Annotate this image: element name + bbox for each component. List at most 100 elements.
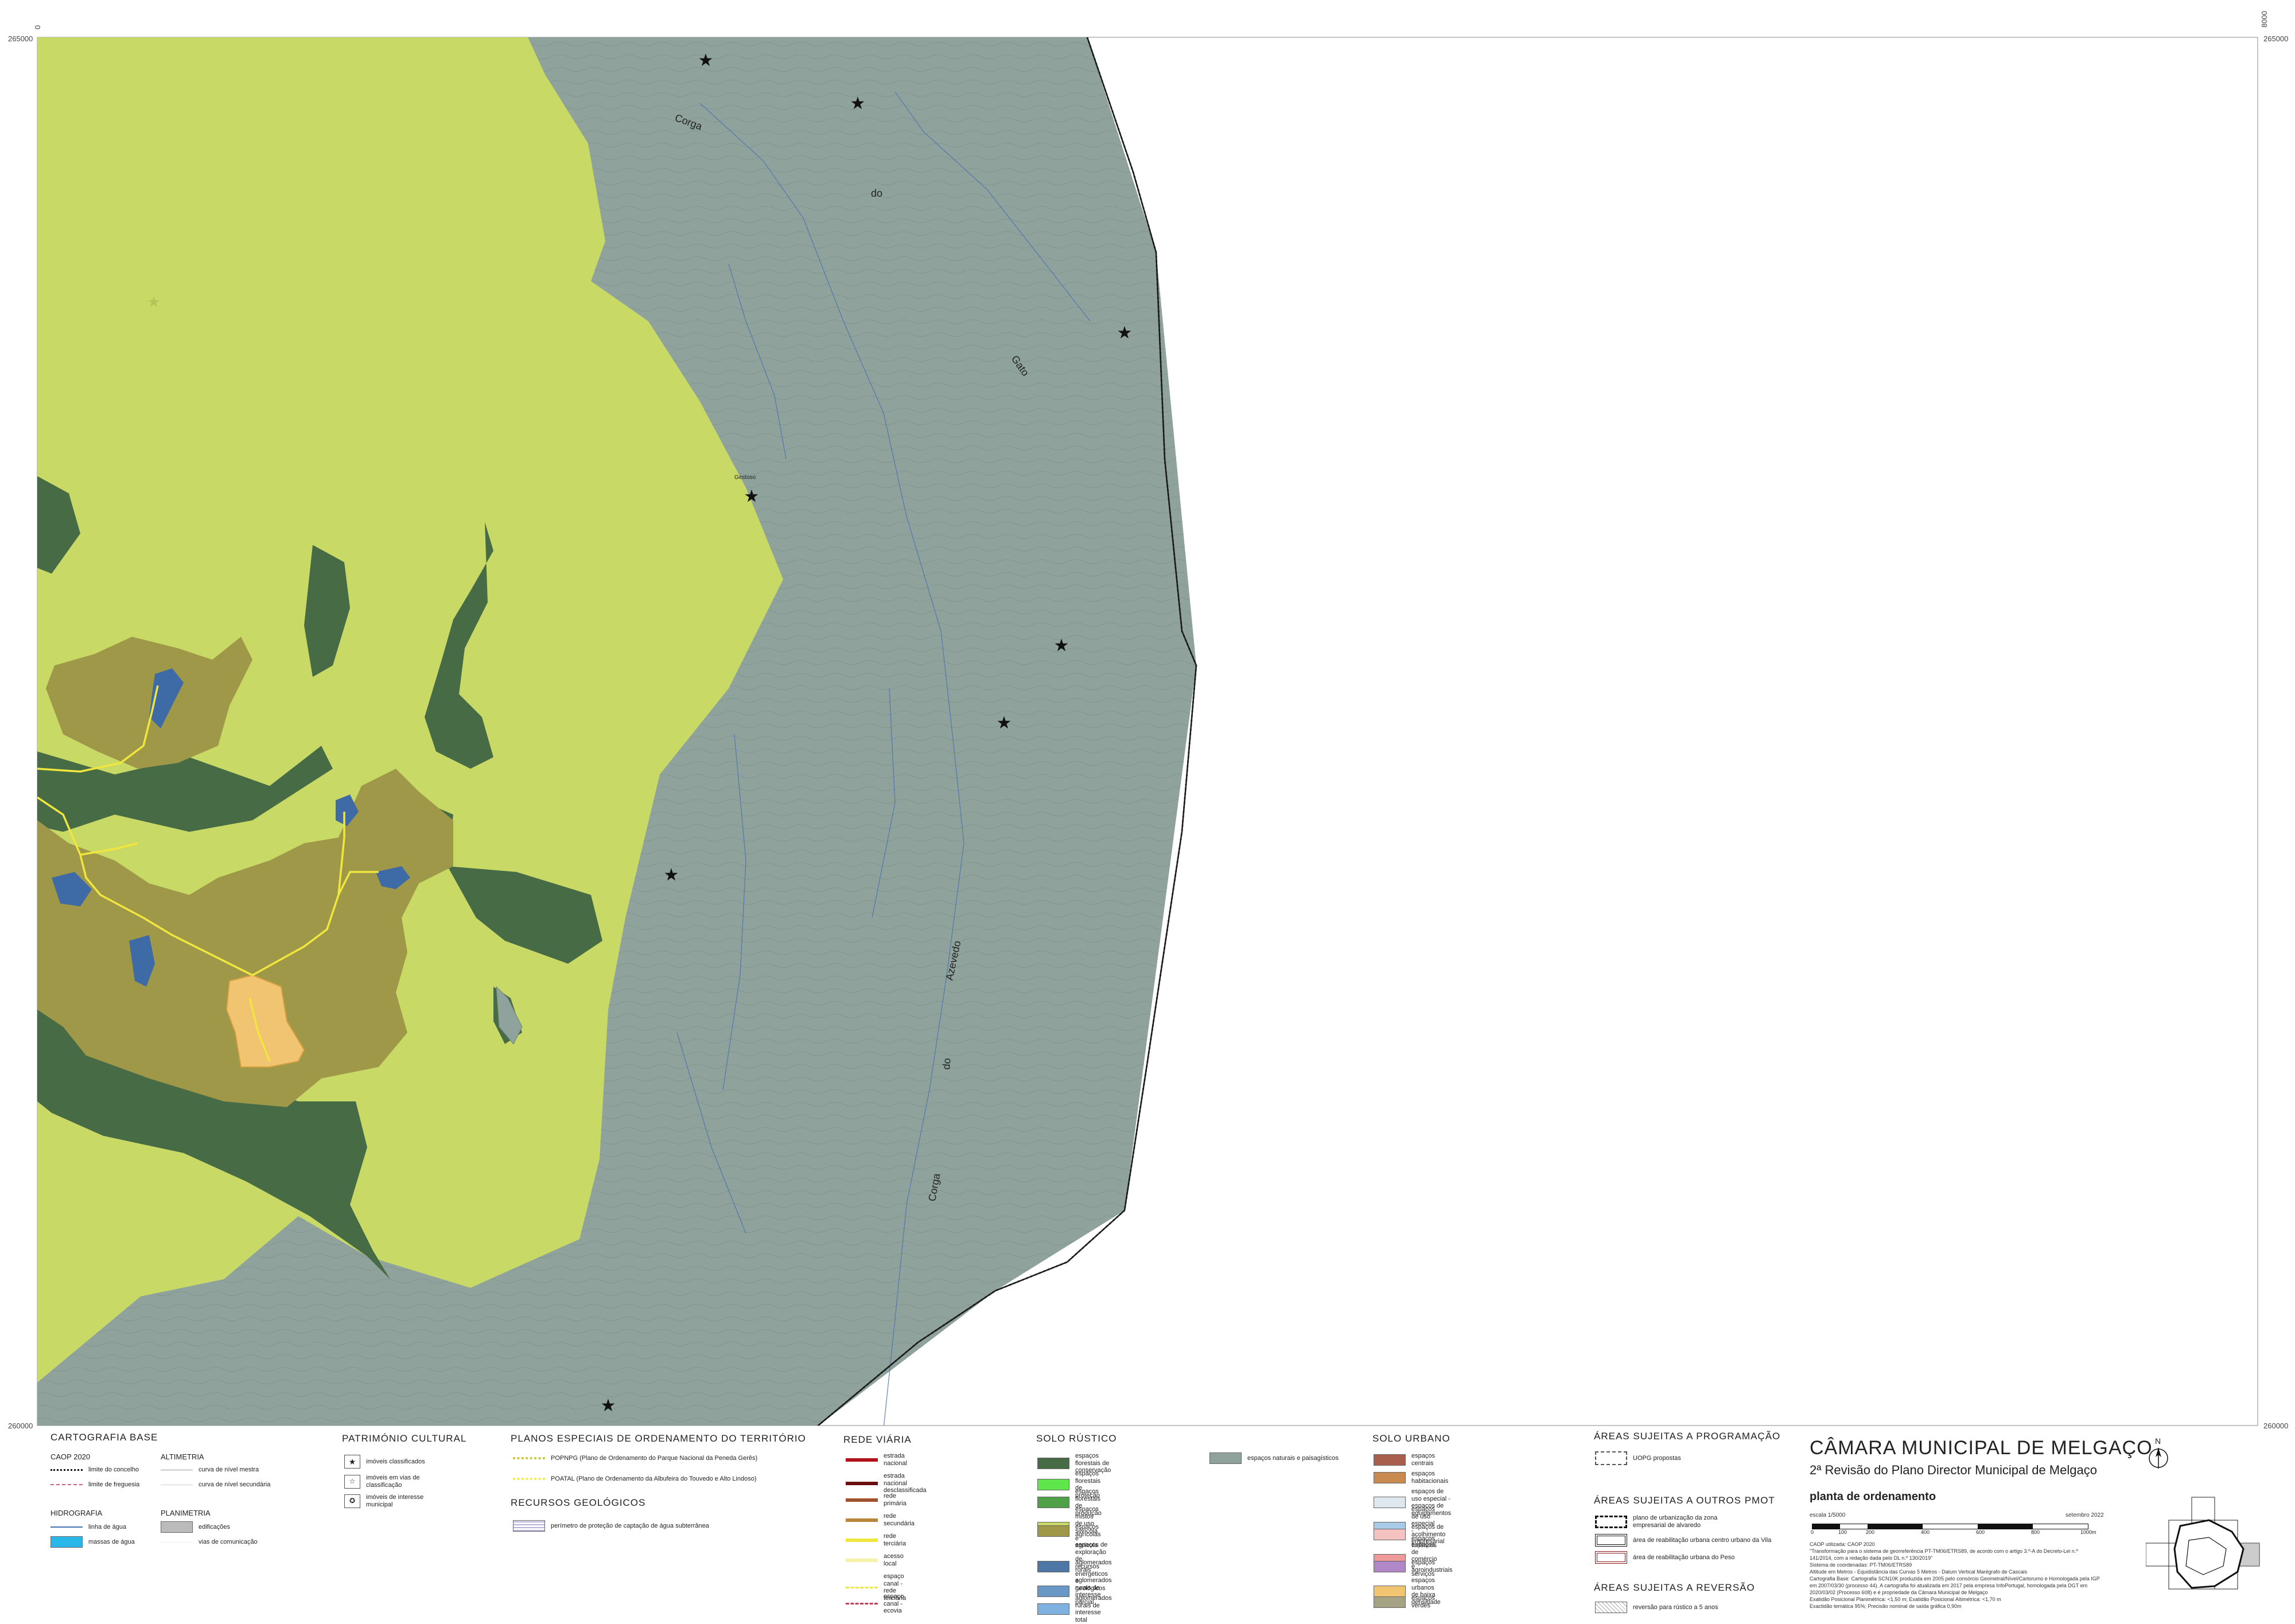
road-line-symbol <box>846 1498 878 1502</box>
svg-text:★: ★ <box>601 1396 616 1415</box>
road-line-symbol <box>846 1458 878 1462</box>
legend-caop: CAOP 2020 <box>50 1452 91 1461</box>
note-line: Exactidão temática 95%; Precisão nominal… <box>1810 1603 1962 1609</box>
road-line-symbol <box>846 1586 878 1588</box>
legend-entry-label: espaços habitacionais <box>1411 1470 1449 1485</box>
legend-entry: rede secundária <box>846 1513 915 1527</box>
road-line-symbol <box>846 1538 878 1542</box>
legend-reversao-title: ÁREAS SUJEITAS A REVERSÃO <box>1594 1582 1755 1593</box>
svg-text:★: ★ <box>744 487 760 506</box>
legend-entry-label: acesso local <box>884 1553 904 1567</box>
legend-poatal: POATAL (Plano de Ordenamento da Albufeir… <box>513 1475 757 1483</box>
legend-rede-viaria-title: REDE VIÁRIA <box>843 1434 912 1445</box>
star-outline-icon: ☆ <box>344 1474 360 1489</box>
legend-entry: aglomerados rurais <box>1037 1559 1112 1574</box>
color-swatch <box>1037 1560 1069 1572</box>
legend-entry-label: rede secundária <box>884 1513 915 1527</box>
plan-revision: 2ª Revisão do Plano Director Municipal d… <box>1810 1463 2097 1477</box>
linha-agua-symbol <box>50 1526 83 1528</box>
legend-entry: espaços centrais <box>1374 1452 1435 1467</box>
legend-entry: rede primária <box>846 1493 907 1507</box>
legend-planimetria: PLANIMETRIA <box>161 1509 211 1517</box>
label-do-top: do <box>871 188 882 199</box>
north-arrow: N <box>2147 1436 2170 1482</box>
vias-symbol <box>161 1541 193 1543</box>
note-line: em 2007/03/30 (processo 44). A cartograf… <box>1810 1583 2088 1588</box>
legend-entry-label: espaços verdes <box>1411 1595 1435 1609</box>
color-swatch <box>1037 1525 1069 1537</box>
scale-tick-label: 200 <box>1866 1529 1875 1535</box>
svg-text:★: ★ <box>1054 636 1069 655</box>
scale-bar <box>1812 1524 2088 1529</box>
espacos-naturais-swatch <box>1209 1452 1242 1464</box>
locator-map <box>2146 1497 2260 1590</box>
color-swatch <box>1374 1596 1406 1608</box>
edificacoes-swatch <box>161 1521 193 1533</box>
legend-entry-label: espaços centrais <box>1411 1452 1435 1467</box>
legend-popnpg: POPNPG (Plano de Ordenamento do Parque N… <box>513 1455 757 1462</box>
legend-limite-freguesia: limite de freguesia <box>50 1481 139 1489</box>
legend-imoveis-em-vias: ☆ imóveis em vias de classificação <box>344 1474 435 1489</box>
legend-solo-rustico-title: SOLO RÚSTICO <box>1036 1433 1117 1444</box>
road-line-symbol <box>846 1481 878 1485</box>
svg-text:★: ★ <box>997 714 1012 733</box>
legend-entry: espaço canal - ecovia <box>846 1593 904 1615</box>
reab-peso-swatch <box>1595 1551 1627 1564</box>
plan-date: setembro 2022 <box>2066 1512 2104 1518</box>
star-circle-icon: ✪ <box>344 1494 360 1508</box>
color-swatch <box>1374 1560 1406 1572</box>
svg-text:★: ★ <box>698 51 714 70</box>
label-do-bottom: do <box>940 1058 953 1070</box>
limite-concelho-symbol <box>50 1469 83 1471</box>
reab-vila-swatch <box>1595 1534 1627 1547</box>
map-canvas: ★ ★ ★ ★ ★ ★ ★ ★ ★ Corga do Gato Gestoso … <box>37 37 2258 1426</box>
coord-corner-tl: 0 <box>33 25 42 30</box>
legend-entry: espaços verdes <box>1374 1595 1435 1609</box>
scale-tick-label: 0 <box>1811 1529 1814 1535</box>
municipality-title: CÂMARA MUNICIPAL DE MELGAÇO <box>1810 1437 2153 1459</box>
legend-entry-label: espaços agroindustriais <box>1411 1559 1453 1574</box>
svg-text:★: ★ <box>1117 324 1133 342</box>
legend-planos-title: PLANOS ESPECIAIS DE ORDENAMENTO DO TERRI… <box>511 1433 806 1444</box>
road-line-symbol <box>846 1518 878 1522</box>
legend-uopg: UOPG propostas <box>1595 1451 1681 1465</box>
legend-reab-vila: área de reabilitação urbana centro urban… <box>1595 1534 1771 1547</box>
note-line: 141/2014, com a redação dada pelo DL n.º… <box>1810 1555 1933 1561</box>
legend-reversao-item: reversão para rústico a 5 anos <box>1595 1602 1718 1613</box>
note-line: Altitude em Metros - Equidistância das C… <box>1810 1569 2028 1575</box>
poatal-symbol <box>513 1478 545 1481</box>
legend-entry-label: estrada nacional <box>884 1452 907 1467</box>
legend-curva-secundaria: curva de nível secundária <box>161 1481 270 1489</box>
legend-reab-peso: área de reabilitação urbana do Peso <box>1595 1551 1734 1564</box>
legend: CARTOGRAFIA BASE CAOP 2020 limite do con… <box>0 1428 2295 1623</box>
legend-altimetria: ALTIMETRIA <box>161 1452 204 1461</box>
color-swatch <box>1374 1528 1406 1540</box>
legend-entry: espaços agrícolas <box>1037 1524 1101 1538</box>
legend-curva-mestra: curva de nível mestra <box>161 1466 259 1474</box>
legend-entry-label: rede primária <box>884 1493 907 1507</box>
map-view[interactable]: ★ ★ ★ ★ ★ ★ ★ ★ ★ Corga do Gato Gestoso … <box>0 0 2295 1447</box>
plan-name: planta de ordenamento <box>1810 1490 1936 1503</box>
scale-tick-label: 800 <box>2031 1529 2040 1535</box>
legend-entry: estrada nacional desclassificada <box>846 1473 927 1494</box>
reversao-swatch <box>1595 1602 1627 1613</box>
road-line-symbol <box>846 1603 878 1605</box>
legend-vias: vias de comunicação <box>161 1539 258 1546</box>
coord-top-left: 265000 <box>8 34 33 43</box>
notes-block: CAOP utilizada: CAOP 2020 "Transformação … <box>1810 1541 2131 1610</box>
legend-programacao-title: ÁREAS SUJEITAS A PROGRAMAÇÃO <box>1594 1431 1781 1442</box>
legend-patrimonio-title: PATRIMÓNIO CULTURAL <box>342 1433 467 1444</box>
legend-linha-agua: linha de água <box>50 1524 126 1531</box>
coord-top-right: 265000 <box>2263 34 2289 43</box>
legend-solo-urbano-title: SOLO URBANO <box>1372 1433 1450 1444</box>
color-swatch <box>1374 1454 1406 1466</box>
note-line: Exatidão Posicional Planimétrica: <1,50 … <box>1810 1596 2001 1602</box>
legend-perimetro: perímetro de proteção de captação de águ… <box>513 1520 709 1532</box>
scale-tick-label: 1000m <box>2080 1529 2096 1535</box>
legend-entry: acesso local <box>846 1553 904 1567</box>
legend-entry-label: espaço canal - ecovia <box>884 1593 904 1615</box>
coord-corner-tr: 8000 <box>2259 11 2269 28</box>
legend-entry-label: rede terciária <box>884 1533 907 1547</box>
scale-tick-label: 400 <box>1921 1529 1930 1535</box>
scale-tick-label: 600 <box>1976 1529 1985 1535</box>
